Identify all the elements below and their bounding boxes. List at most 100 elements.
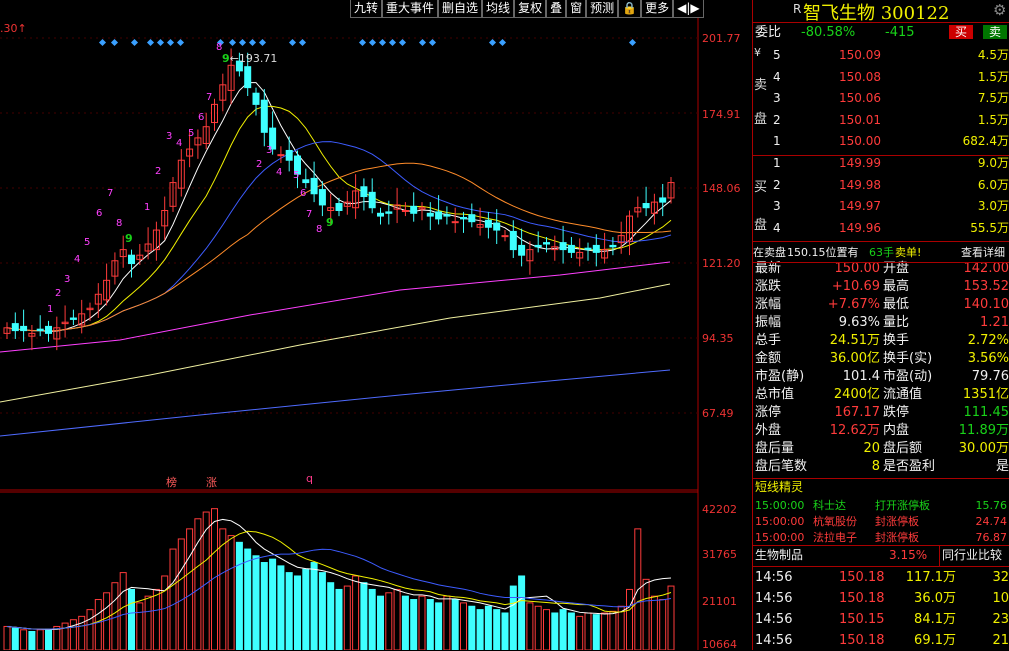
- compare-button[interactable]: 同行业比较: [939, 545, 1002, 566]
- tick-time: 14:56: [755, 609, 792, 630]
- toolbar-overlay[interactable]: 叠: [546, 0, 566, 18]
- volume-bar: [54, 626, 60, 650]
- sprite-value: 15.76: [976, 498, 1008, 514]
- tick-volume: 117.1万: [906, 567, 956, 588]
- volume-bar: [469, 606, 475, 650]
- volume-bar: [311, 563, 317, 650]
- volume-bar: [444, 596, 450, 650]
- sell-level-row[interactable]: 5150.094.5万: [753, 45, 1009, 66]
- quote-label-left: 涨幅: [755, 296, 781, 314]
- toolbar-adjust[interactable]: 复权: [514, 0, 546, 18]
- buy-level-row[interactable]: 2149.986.0万: [753, 175, 1009, 196]
- volume-bar: [427, 600, 433, 650]
- kline-chart[interactable]: 1234567812345678234567899: [0, 0, 752, 650]
- volume-bar: [87, 610, 93, 650]
- sell-level-row[interactable]: 3150.067.5万: [753, 88, 1009, 109]
- wei-row: 委比 -80.58% -415 买 卖: [753, 22, 1009, 43]
- quote-label-right: 量比: [883, 314, 909, 332]
- tick-volume: 36.0万: [914, 588, 956, 609]
- quote-value-right: 1351亿: [963, 386, 1009, 404]
- quote-value-left: 36.00亿: [830, 350, 880, 368]
- toolbar-forecast[interactable]: 预测: [586, 0, 618, 18]
- tick-price: 150.18: [839, 567, 885, 588]
- volume-bar: [593, 615, 599, 650]
- sell-button[interactable]: 卖: [983, 25, 1007, 39]
- candle-down: [369, 192, 375, 207]
- sell-level-volume: 682.4万: [963, 131, 1009, 152]
- quote-value-right: 是: [996, 458, 1009, 476]
- buy-level-row[interactable]: 3149.973.0万: [753, 196, 1009, 217]
- tick-row: 14:56150.18117.1万32: [753, 567, 1009, 588]
- kline-chart-area[interactable]: 1234567812345678234567899 .30↑ 9←193.71 …: [0, 0, 752, 650]
- quote-label-right: 盘后额: [883, 440, 922, 458]
- td-counter: 6: [96, 208, 102, 219]
- sprite-title[interactable]: 短线精灵: [755, 477, 803, 498]
- sprite-stock: 法拉电子: [813, 530, 857, 546]
- wei-diff: -415: [885, 22, 915, 43]
- volume-bar: [519, 576, 525, 650]
- toolbar-moving-average[interactable]: 均线: [482, 0, 514, 18]
- volume-bar: [494, 610, 500, 650]
- volume-bar: [552, 613, 558, 650]
- sprite-item[interactable]: 15:00:00法拉电子封涨停板76.87: [753, 530, 1009, 546]
- td-counter: 3: [64, 274, 70, 285]
- signal-diamond: [369, 39, 376, 46]
- signal-diamond: [499, 39, 506, 46]
- ma250-line: [0, 370, 670, 436]
- sprite-item[interactable]: 15:00:00科士达打开涨停板15.76: [753, 498, 1009, 514]
- gear-icon[interactable]: ⚙: [993, 1, 1006, 19]
- candle-down: [461, 217, 467, 218]
- quote-label-right: 跌停: [883, 404, 909, 422]
- td-counter-nine: 9: [326, 216, 334, 229]
- quote-row: 市盈(静)101.4市盈(动)79.76: [753, 368, 1009, 386]
- quote-label-left: 总市值: [755, 386, 794, 404]
- volume-bar: [627, 589, 633, 650]
- lock-icon[interactable]: 🔒: [618, 0, 641, 18]
- candle-down: [610, 245, 616, 246]
- sprite-item[interactable]: 15:00:00杭氧股份封涨停板24.74: [753, 514, 1009, 530]
- volume-bar: [21, 630, 27, 650]
- marker-zhang[interactable]: 涨: [206, 474, 217, 490]
- toolbar-jiuzhuan[interactable]: 九转: [350, 0, 382, 18]
- quote-label-right: 市盈(动): [883, 368, 932, 386]
- toolbar-window[interactable]: 窗: [566, 0, 586, 18]
- marker-q[interactable]: q: [306, 472, 313, 485]
- quote-value-right: 1.21: [980, 314, 1009, 332]
- signal-diamond: [379, 39, 386, 46]
- toolbar-remove-watchlist[interactable]: 删自选: [438, 0, 482, 18]
- volume-bar: [361, 583, 367, 650]
- quote-label-left: 涨停: [755, 404, 781, 422]
- ma120-line: [0, 284, 670, 402]
- stock-name-text: 智飞生物: [803, 3, 875, 24]
- sell-level-row[interactable]: 4150.081.5万: [753, 67, 1009, 88]
- candle-down: [46, 326, 52, 333]
- toolbar-major-events[interactable]: 重大事件: [382, 0, 438, 18]
- volume-bar: [29, 631, 35, 650]
- candle-down: [519, 245, 525, 255]
- sell-level-price: 150.01: [839, 110, 881, 131]
- toolbar-toggle-arrow[interactable]: ◀|▶: [673, 0, 704, 18]
- vol-tick-2: 31765: [702, 548, 737, 561]
- tick-time: 14:56: [755, 630, 792, 651]
- tick-count: 21: [992, 630, 1009, 651]
- buy-level-level: 4: [773, 218, 781, 239]
- price-tick-4: 121.20: [702, 257, 741, 270]
- sell-level-row[interactable]: 2150.011.5万: [753, 110, 1009, 131]
- quote-row: 总市值2400亿流通值1351亿: [753, 386, 1009, 404]
- volume-bar: [228, 536, 234, 650]
- volume-bar: [544, 610, 550, 650]
- candle-down: [286, 150, 292, 160]
- sell-level-row[interactable]: 1150.00682.4万: [753, 131, 1009, 152]
- toolbar-more[interactable]: 更多: [641, 0, 673, 18]
- buy-level-price: 149.97: [839, 196, 881, 217]
- signal-diamond: [389, 39, 396, 46]
- volume-bar: [394, 589, 400, 650]
- buy-level-row[interactable]: 1149.999.0万: [753, 153, 1009, 174]
- marker-bang[interactable]: 榜: [166, 474, 177, 490]
- candle-down: [319, 190, 325, 205]
- peak-price: 193.71: [239, 52, 278, 65]
- buy-level-row[interactable]: 4149.9655.5万: [753, 218, 1009, 239]
- buy-button[interactable]: 买: [949, 25, 973, 39]
- td-counter: 4: [74, 254, 80, 265]
- quote-row: 振幅9.63%量比1.21: [753, 314, 1009, 332]
